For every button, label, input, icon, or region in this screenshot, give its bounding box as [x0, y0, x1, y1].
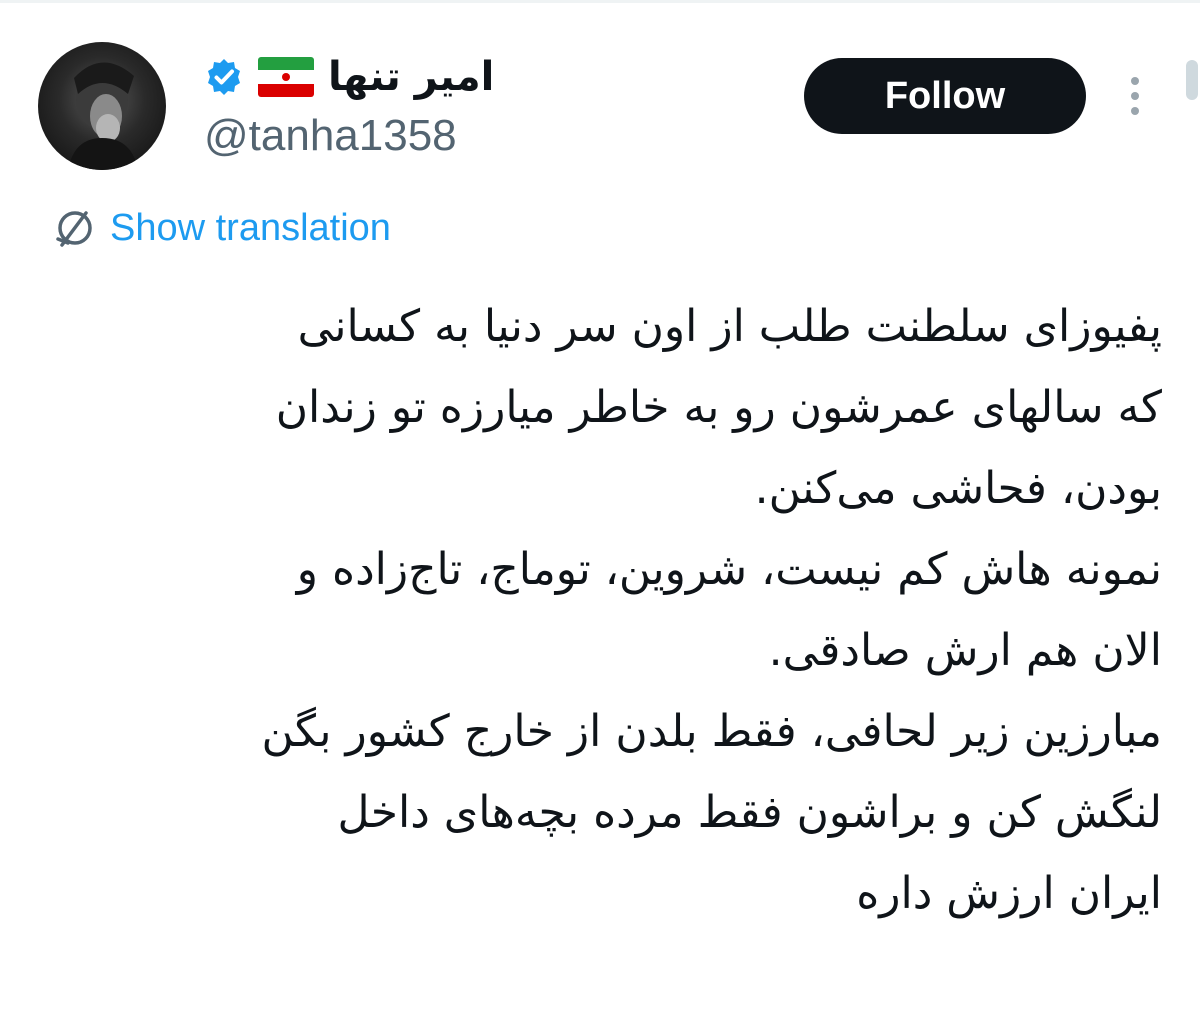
top-divider: [0, 0, 1200, 3]
show-translation-row[interactable]: Show translation: [52, 200, 391, 256]
tweet-line: ایران ارزش داره: [856, 868, 1162, 919]
tweet-line: لنگش کن و براشون فقط مرده بچه‌های داخل: [337, 787, 1162, 838]
tweet-line: مبارزین زیر لحافی، فقط بلدن از خارج کشور…: [261, 706, 1163, 757]
show-translation-link[interactable]: Show translation: [110, 207, 391, 250]
tweet-line: پفیوزای سلطنت طلب از اون سر دنیا به کسان…: [297, 301, 1162, 352]
tweet-line: نمونه هاش کم نیست، شروین، توماج، تاج‌زاد…: [296, 544, 1162, 595]
tweet-text: پفیوزای سلطنت طلب از اون سر دنیا به کسان…: [40, 286, 1163, 934]
more-vertical-icon[interactable]: [1118, 70, 1152, 122]
avatar[interactable]: [38, 42, 166, 170]
verified-badge-icon: [208, 59, 240, 95]
iran-flag-icon: [258, 57, 314, 97]
globe-icon: [56, 211, 92, 247]
scrollbar-thumb[interactable]: [1186, 60, 1198, 100]
tweet-line: که سالهای عمرشون رو به خاطر میارزه تو زن…: [275, 382, 1162, 433]
follow-button[interactable]: Follow: [804, 58, 1086, 134]
display-name[interactable]: امیر تنها: [328, 50, 494, 104]
tweet-line: بودن، فحاشی می‌کنن.: [754, 463, 1162, 514]
tweet-line: الان هم ارش صادقی.: [768, 625, 1162, 676]
user-name-row: امیر تنها: [204, 50, 494, 104]
user-handle[interactable]: @tanha1358: [204, 108, 457, 164]
